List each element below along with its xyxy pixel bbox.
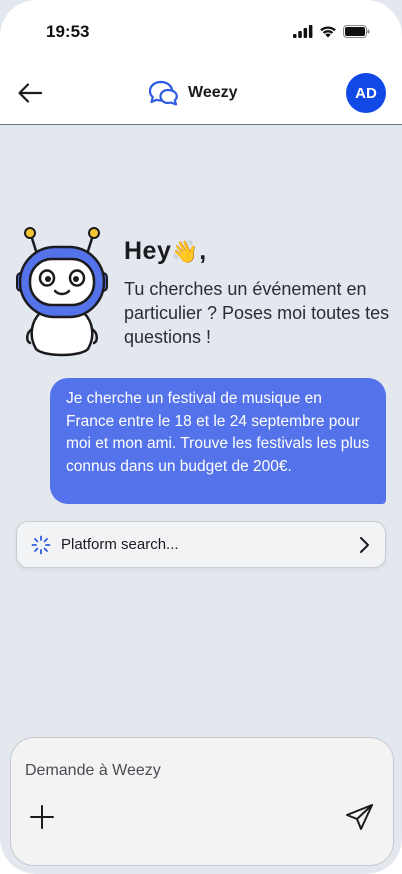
greeting-word: Hey	[124, 237, 172, 265]
platform-search-label: Platform search...	[61, 536, 179, 553]
welcome-block: Hey👋, Tu cherches un événement en partic…	[14, 225, 394, 360]
user-message-bubble: Je cherche un festival de musique en Fra…	[50, 378, 386, 504]
intro-text: Tu cherches un événement en particulier …	[124, 279, 390, 347]
header-title: Weezy	[188, 84, 238, 101]
waving-hand-icon: 👋	[171, 239, 200, 264]
back-button[interactable]	[16, 79, 44, 107]
cellular-signal-icon	[293, 25, 313, 38]
status-time: 19:53	[46, 22, 90, 41]
message-composer	[10, 737, 394, 866]
arrow-left-icon	[18, 83, 43, 103]
battery-icon	[343, 25, 370, 38]
platform-search-card[interactable]: Platform search...	[16, 521, 386, 568]
robot-mascot-icon	[16, 227, 108, 357]
user-avatar[interactable]: AD	[346, 73, 386, 113]
chat-bubbles-icon	[148, 80, 178, 106]
status-bar: 19:53	[0, 0, 402, 60]
chevron-right-icon	[360, 536, 369, 553]
loading-spinner-icon	[31, 535, 51, 554]
app-screen: 19:53 Weezy AD Hey👋, Tu cherches un évén…	[0, 0, 402, 874]
add-attachment-button[interactable]	[27, 802, 57, 832]
send-icon	[346, 804, 373, 830]
greeting-title: Hey👋,	[124, 237, 207, 266]
status-icons	[293, 25, 370, 38]
send-button[interactable]	[343, 800, 377, 834]
greeting-comma: ,	[199, 237, 207, 265]
chat-header: Weezy AD	[0, 60, 402, 125]
top-area: 19:53 Weezy AD	[0, 0, 402, 125]
header-brand: Weezy	[148, 78, 238, 108]
plus-icon	[30, 805, 54, 829]
wifi-icon	[320, 26, 336, 38]
message-input[interactable]	[25, 762, 325, 780]
